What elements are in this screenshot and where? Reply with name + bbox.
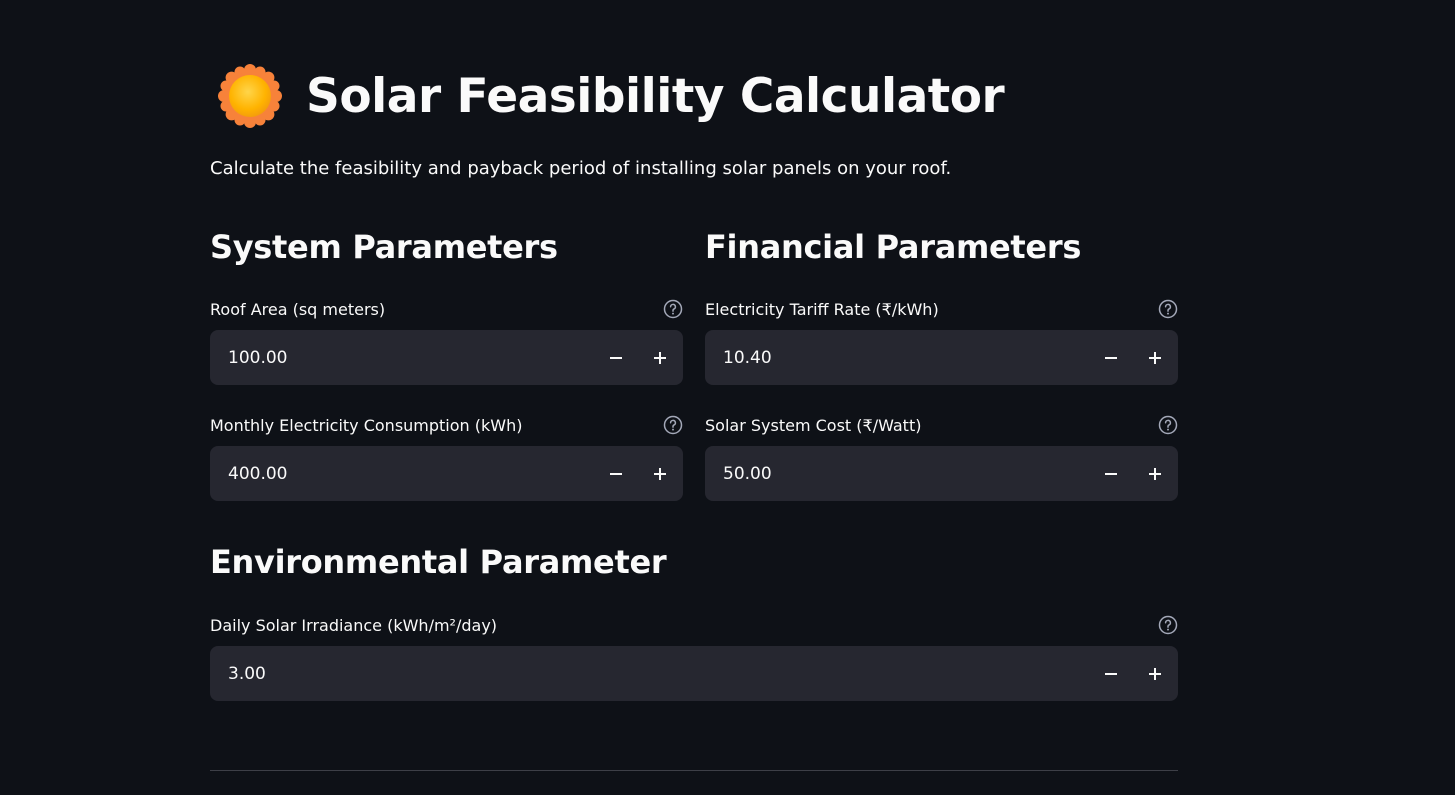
monthly-consumption-number-input xyxy=(210,445,683,502)
roof-area-number-input xyxy=(210,329,683,386)
tariff-rate-label: Electricity Tariff Rate (₹/kWh) xyxy=(705,300,939,319)
irradiance-input[interactable] xyxy=(210,645,1089,702)
roof-area-input[interactable] xyxy=(210,329,594,386)
monthly-consumption-decrement-button[interactable] xyxy=(594,446,638,501)
minus-icon xyxy=(610,356,622,359)
plus-icon xyxy=(1149,467,1161,480)
system-cost-increment-button[interactable] xyxy=(1133,446,1177,501)
section-divider xyxy=(210,770,1178,771)
plus-icon xyxy=(1149,667,1161,680)
plus-icon xyxy=(1149,351,1161,364)
help-circle-icon[interactable] xyxy=(1158,299,1178,319)
minus-icon xyxy=(1105,672,1117,675)
roof-area-increment-button[interactable] xyxy=(638,330,682,385)
system-parameters-heading: System Parameters xyxy=(210,228,558,266)
tariff-rate-increment-button[interactable] xyxy=(1133,330,1177,385)
irradiance-number-input xyxy=(210,645,1178,702)
financial-parameters-heading: Financial Parameters xyxy=(705,228,1082,266)
roof-area-label: Roof Area (sq meters) xyxy=(210,300,386,319)
minus-icon xyxy=(610,472,622,475)
tariff-rate-input[interactable] xyxy=(705,329,1089,386)
monthly-consumption-input[interactable] xyxy=(210,445,594,502)
minus-icon xyxy=(1105,472,1117,475)
irradiance-increment-button[interactable] xyxy=(1133,646,1177,701)
irradiance-decrement-button[interactable] xyxy=(1089,646,1133,701)
system-cost-number-input xyxy=(705,445,1178,502)
help-circle-icon[interactable] xyxy=(663,415,683,435)
page-subtitle: Calculate the feasibility and payback pe… xyxy=(210,158,952,179)
environmental-parameter-heading: Environmental Parameter xyxy=(210,543,667,581)
roof-area-decrement-button[interactable] xyxy=(594,330,638,385)
plus-icon xyxy=(654,351,666,364)
sun-icon xyxy=(218,64,282,128)
irradiance-label: Daily Solar Irradiance (kWh/m²/day) xyxy=(210,616,498,635)
tariff-rate-field: Electricity Tariff Rate (₹/kWh) xyxy=(705,298,1178,387)
plus-icon xyxy=(654,467,666,480)
monthly-consumption-increment-button[interactable] xyxy=(638,446,682,501)
system-cost-decrement-button[interactable] xyxy=(1089,446,1133,501)
system-cost-field: Solar System Cost (₹/Watt) xyxy=(705,414,1178,503)
system-cost-input[interactable] xyxy=(705,445,1089,502)
monthly-consumption-label: Monthly Electricity Consumption (kWh) xyxy=(210,416,523,435)
system-cost-label: Solar System Cost (₹/Watt) xyxy=(705,416,922,435)
tariff-rate-number-input xyxy=(705,329,1178,386)
monthly-consumption-field: Monthly Electricity Consumption (kWh) xyxy=(210,414,683,503)
help-circle-icon[interactable] xyxy=(1158,615,1178,635)
tariff-rate-decrement-button[interactable] xyxy=(1089,330,1133,385)
help-circle-icon[interactable] xyxy=(663,299,683,319)
page-title: Solar Feasibility Calculator xyxy=(306,68,1005,124)
roof-area-field: Roof Area (sq meters) xyxy=(210,298,683,387)
help-circle-icon[interactable] xyxy=(1158,415,1178,435)
title-row: Solar Feasibility Calculator xyxy=(218,62,1005,130)
irradiance-field: Daily Solar Irradiance (kWh/m²/day) xyxy=(210,614,1178,703)
minus-icon xyxy=(1105,356,1117,359)
